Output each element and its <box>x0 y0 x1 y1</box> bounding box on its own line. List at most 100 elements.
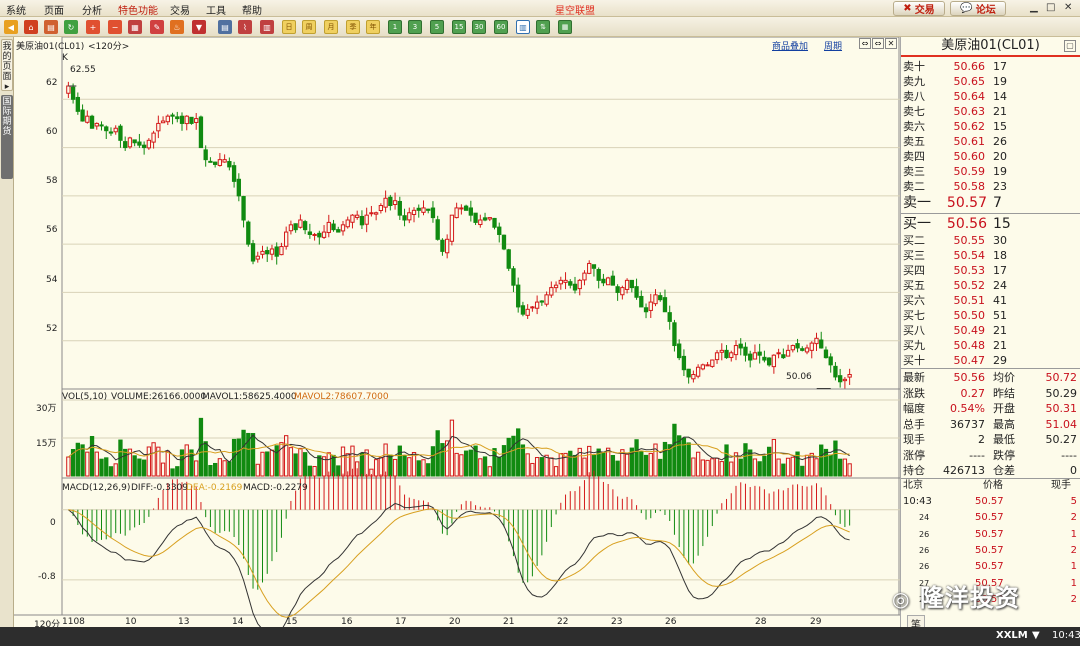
candle-body <box>757 351 762 356</box>
trade-button-label: 交易 <box>914 5 935 16</box>
tick-time: 24 <box>919 513 930 523</box>
candle-body <box>686 368 691 378</box>
stat-value: 50.27 <box>1045 433 1078 446</box>
volume-bar <box>520 444 526 477</box>
refresh-icon[interactable]: ↻ <box>64 20 78 34</box>
volume-bar <box>814 458 819 477</box>
stock-icon[interactable]: ▥ <box>260 20 274 34</box>
overlay-button[interactable]: 商品叠加 <box>772 39 808 52</box>
period-30min-button[interactable]: 30 <box>472 20 486 34</box>
side-tab-my-page[interactable]: 我的页面 ▸ <box>1 39 13 92</box>
bid-row: 买一 50.56 15 <box>901 215 1080 233</box>
macd-macd-value: MACD:-0.2279 <box>243 483 308 493</box>
ask-price: 50.60 <box>953 150 986 163</box>
ask-row: 卖四 50.60 20 <box>901 149 1080 164</box>
chart-tag: K <box>62 53 68 63</box>
cycle-button[interactable]: 周期 <box>824 39 842 52</box>
tick-volume: 5 <box>1070 496 1077 507</box>
period-1min-button[interactable]: 1 <box>388 20 402 34</box>
candle-body <box>284 231 289 247</box>
bid-volume: 17 <box>993 264 1007 277</box>
menu-page[interactable]: 页面 <box>44 2 64 17</box>
menu-tools[interactable]: 工具 <box>206 2 226 17</box>
period-week-button[interactable]: 周 <box>302 20 316 34</box>
candle-body <box>189 116 194 124</box>
candle-body <box>643 307 649 313</box>
trade-button[interactable]: ✖ 交易 <box>893 1 945 16</box>
layout-icon[interactable]: ▦ <box>128 20 142 34</box>
chart-expand-icon[interactable]: ⇔ <box>872 38 884 49</box>
menu-features[interactable]: 特色功能 <box>118 2 158 17</box>
chart-icon[interactable]: ⌇ <box>238 20 252 34</box>
candle-body <box>743 346 748 356</box>
candle <box>710 359 715 368</box>
menu-help[interactable]: 帮助 <box>242 2 262 17</box>
candle-body <box>421 207 426 213</box>
home-icon[interactable]: ⌂ <box>24 20 38 34</box>
candle-body <box>634 286 639 298</box>
candle-mode-icon[interactable]: ▥ <box>516 20 530 34</box>
quote-panel: 美原油01(CL01) ▢ 卖十 50.66 17 卖九 50.65 19 卖八 50.64 1… <box>900 37 1080 632</box>
candle-body <box>809 342 814 351</box>
menu-system[interactable]: 系统 <box>6 2 26 17</box>
bid-row: 买三 50.54 18 <box>901 248 1080 263</box>
zoom-in-icon[interactable]: + <box>86 20 100 34</box>
back-icon[interactable]: ◀ <box>4 20 18 34</box>
window-icon[interactable]: ▤ <box>44 20 58 34</box>
candle-body <box>814 337 819 345</box>
candle-body <box>572 283 578 291</box>
tick-price: 50.57 <box>975 528 1004 540</box>
chart-close-icon[interactable]: ✕ <box>885 38 897 49</box>
volume-bar <box>265 451 270 477</box>
volume-bar <box>99 458 104 477</box>
zoom-out-icon[interactable]: − <box>108 20 122 34</box>
period-day-button[interactable]: 日 <box>282 20 296 34</box>
ask-price: 50.57 <box>946 195 987 211</box>
candle-body <box>392 200 398 206</box>
minimize-icon[interactable]: ▁ <box>1030 2 1038 13</box>
close-icon[interactable]: ✕ <box>1064 2 1072 13</box>
fire-icon[interactable]: ♨ <box>170 20 184 34</box>
app-title: 星空联盟 <box>555 6 595 17</box>
menu-analysis[interactable]: 分析 <box>82 2 102 17</box>
chart-period: <120分> <box>88 42 130 52</box>
pen-icon[interactable]: ✎ <box>150 20 164 34</box>
candle-body <box>534 301 540 309</box>
period-60min-button[interactable]: 60 <box>494 20 508 34</box>
candle-body <box>587 262 592 274</box>
candle-body <box>714 352 720 361</box>
period-month-button[interactable]: 月 <box>324 20 338 34</box>
ask-price: 50.65 <box>953 75 986 88</box>
table-icon[interactable]: ▤ <box>218 20 232 34</box>
volume-bar <box>624 453 630 477</box>
chart-zoom-icon[interactable]: ⇔ <box>859 38 871 49</box>
period-5min-button[interactable]: 5 <box>430 20 444 34</box>
filter-icon[interactable]: ▼ <box>192 20 206 34</box>
candle-body <box>629 279 634 289</box>
volume-bar <box>497 456 502 477</box>
candle-body <box>615 286 620 293</box>
x-date-label: 28 <box>755 617 767 627</box>
chart-area[interactable]: 美原油01(CL01) <120分> K 商品叠加 周期 ⇔ ⇔ ✕ 62.55… <box>14 37 900 630</box>
side-tab-intl-futures[interactable]: 国际期货 <box>1 95 13 179</box>
candle-body <box>383 197 388 208</box>
menu-trade[interactable]: 交易 <box>170 2 190 17</box>
volume-bar <box>222 460 227 477</box>
volume-bar <box>762 455 767 477</box>
period-15min-button[interactable]: 15 <box>452 20 466 34</box>
period-season-button[interactable]: 季 <box>346 20 360 34</box>
panel-toggle-icon[interactable]: ▢ <box>1064 40 1076 52</box>
grid-icon[interactable]: ▦ <box>558 20 572 34</box>
vol-volume-value: VOLUME:26166.0000 <box>111 392 207 402</box>
stat-label: 开盘 <box>993 402 1015 415</box>
bid-price: 50.55 <box>953 234 986 247</box>
bid-row: 买五 50.52 24 <box>901 278 1080 293</box>
maximize-icon[interactable]: □ <box>1046 2 1055 13</box>
candle-body <box>151 132 156 143</box>
stat-row: 总手 36737 最高 51.04 <box>901 417 1080 432</box>
period-3min-button[interactable]: 3 <box>408 20 422 34</box>
split-icon[interactable]: ⇅ <box>536 20 550 34</box>
volume-bar <box>534 457 540 477</box>
forum-button[interactable]: 💬 论坛 <box>950 1 1006 16</box>
period-year-button[interactable]: 年 <box>366 20 380 34</box>
